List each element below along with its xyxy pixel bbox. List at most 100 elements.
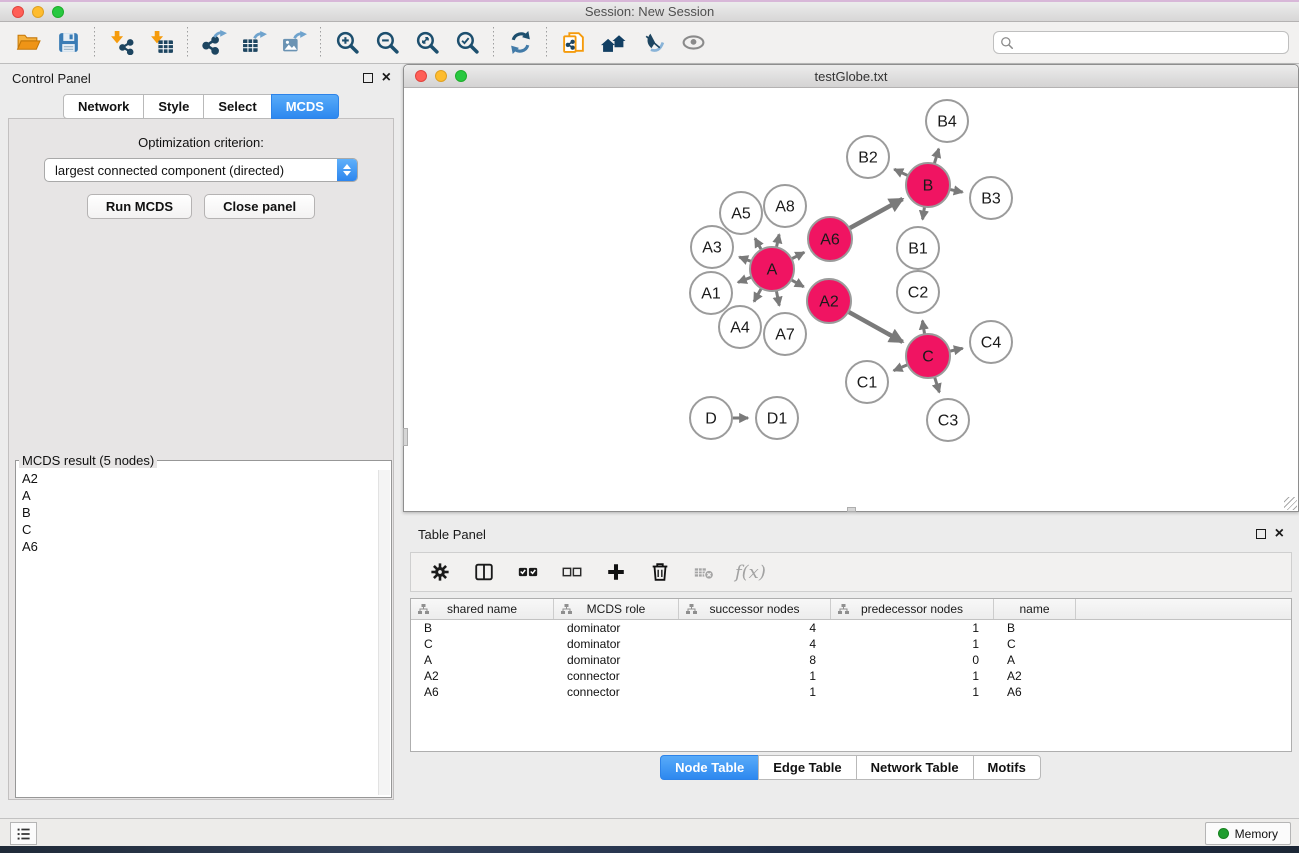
graph-node-D[interactable]: D [690,397,732,439]
tab-network[interactable]: Network [63,94,144,119]
graph-edge-A2-C[interactable] [848,312,902,342]
table-row[interactable]: A6connector11A6 [411,684,1291,700]
graph-node-A4[interactable]: A4 [719,306,761,348]
tab-style[interactable]: Style [143,94,204,119]
table-cell[interactable]: 1 [831,621,994,635]
table-cell[interactable]: dominator [554,653,679,667]
save-session-button[interactable] [53,27,83,59]
graph-edge-A-A4[interactable] [754,288,761,301]
select-all-button[interactable] [515,559,541,585]
task-history-button[interactable] [10,822,37,845]
table-cell[interactable]: 1 [679,669,831,683]
mcds-result-item[interactable]: B [18,504,377,521]
zoom-out-button[interactable] [372,27,402,59]
table-cell[interactable]: 1 [831,669,994,683]
graph-edge-B-B1[interactable] [923,207,925,220]
table-settings-button[interactable] [427,559,453,585]
graph-node-A8[interactable]: A8 [764,185,806,227]
zoom-fit-button[interactable] [412,27,442,59]
optimization-criterion-select[interactable]: largest connected component (directed) [44,158,358,182]
table-cell[interactable]: dominator [554,621,679,635]
graph-node-C3[interactable]: C3 [927,399,969,441]
result-scrollbar[interactable] [378,470,390,795]
show-column-panel-button[interactable] [471,559,497,585]
table-cell[interactable]: C [994,637,1076,651]
graph-node-C[interactable]: C [906,334,950,378]
delete-table-button[interactable] [691,559,717,585]
unselect-all-button[interactable] [559,559,585,585]
export-network-button[interactable] [199,27,229,59]
table-cell[interactable]: connector [554,685,679,699]
mcds-result-item[interactable]: A6 [18,538,377,555]
table-cell[interactable]: A2 [411,669,554,683]
tab-node-table[interactable]: Node Table [660,755,759,780]
mcds-result-item[interactable]: C [18,521,377,538]
close-table-panel-icon[interactable]: × [1275,529,1284,539]
network-scroll-nub-bottom[interactable] [847,507,856,512]
table-cell[interactable]: A [994,653,1076,667]
table-cell[interactable]: A6 [994,685,1076,699]
graph-edge-B-B4[interactable] [934,149,938,164]
zoom-in-button[interactable] [332,27,362,59]
table-row[interactable]: Adominator80A [411,652,1291,668]
graph-edge-A-A3[interactable] [739,257,751,261]
table-cell[interactable]: dominator [554,637,679,651]
tab-select[interactable]: Select [203,94,271,119]
table-cell[interactable]: A6 [411,685,554,699]
table-cell[interactable]: 0 [831,653,994,667]
graph-edge-C-C4[interactable] [949,348,962,351]
column-header-predecessor-nodes[interactable]: predecessor nodes [831,599,994,619]
table-cell[interactable]: 1 [831,685,994,699]
table-cell[interactable]: 4 [679,637,831,651]
import-table-button[interactable] [146,27,176,59]
network-canvas[interactable]: B4B2BB3A8A5A6A3B1AA1C2A2A4A7C4CC1C3DD1 [404,89,1298,511]
column-header-successor-nodes[interactable]: successor nodes [679,599,831,619]
table-cell[interactable]: 8 [679,653,831,667]
column-header-mcds-role[interactable]: MCDS role [554,599,679,619]
float-table-panel-icon[interactable] [1256,529,1266,539]
graph-node-B4[interactable]: B4 [926,100,968,142]
graph-node-A2[interactable]: A2 [807,279,851,323]
table-cell[interactable]: 1 [679,685,831,699]
add-column-button[interactable] [603,559,629,585]
refresh-view-button[interactable] [505,27,535,59]
table-cell[interactable]: A2 [994,669,1076,683]
tab-edge-table[interactable]: Edge Table [758,755,856,780]
copy-network-button[interactable] [558,27,588,59]
column-header-shared-name[interactable]: shared name [411,599,554,619]
table-row[interactable]: A2connector11A2 [411,668,1291,684]
graph-node-A7[interactable]: A7 [764,313,806,355]
float-panel-icon[interactable] [363,73,373,83]
open-session-button[interactable] [13,27,43,59]
double-home-button[interactable] [598,27,628,59]
graph-node-C4[interactable]: C4 [970,321,1012,363]
close-panel-button[interactable]: Close panel [204,194,315,219]
table-cell[interactable]: 4 [679,621,831,635]
graph-node-A1[interactable]: A1 [690,272,732,314]
network-scroll-nub-left[interactable] [403,428,408,446]
graph-edge-B-B3[interactable] [950,189,963,192]
close-panel-icon[interactable]: × [382,73,391,83]
graph-edge-A-A6[interactable] [792,252,805,259]
toggle-graphics-details-button[interactable] [638,27,668,59]
table-cell[interactable]: connector [554,669,679,683]
table-row[interactable]: Bdominator41B [411,620,1291,636]
graph-edge-A-A7[interactable] [776,291,779,306]
table-cell[interactable]: 1 [831,637,994,651]
zoom-selected-button[interactable] [452,27,482,59]
resize-grip-icon[interactable] [1284,497,1297,510]
graph-edge-A-A5[interactable] [755,238,761,249]
graph-edge-A-A1[interactable] [738,277,752,282]
graph-node-A3[interactable]: A3 [691,226,733,268]
delete-column-button[interactable] [647,559,673,585]
mcds-result-item[interactable]: A [18,487,377,504]
graph-node-B2[interactable]: B2 [847,136,889,178]
export-image-button[interactable] [279,27,309,59]
graph-edge-B-B2[interactable] [894,169,908,175]
table-cell[interactable]: A [411,653,554,667]
table-cell[interactable]: C [411,637,554,651]
graph-node-A6[interactable]: A6 [808,217,852,261]
search-input[interactable] [1019,35,1282,50]
graph-node-B3[interactable]: B3 [970,177,1012,219]
graph-edge-A-A2[interactable] [791,280,804,287]
